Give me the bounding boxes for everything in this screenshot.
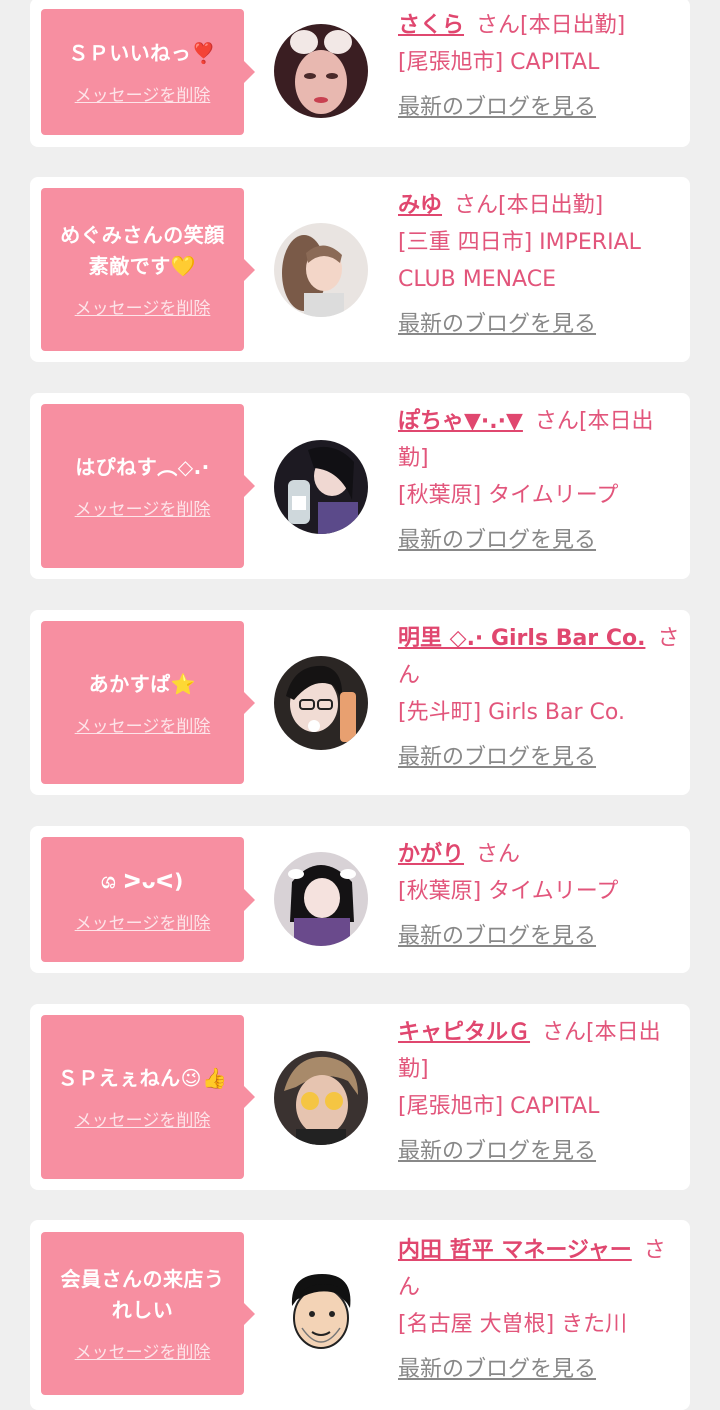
cast-info: かがり さん [秋葉原] タイムリープ 最新のブログを見る — [398, 836, 682, 955]
attendance-status: [本日出勤] — [520, 13, 626, 38]
message-text: あかすぱ⭐ — [88, 671, 197, 696]
cast-avatar[interactable] — [274, 852, 368, 946]
cast-avatar[interactable] — [274, 1266, 368, 1360]
latest-blog-link[interactable]: 最新のブログを見る — [398, 918, 682, 955]
message-text: ＳＰえぇねん😉👍 — [57, 1066, 228, 1090]
message-card: めぐみさんの笑顔素敵です💛 メッセージを削除 みゆ さん[本日出勤] [三重 四日… — [30, 177, 690, 362]
message-card: あかすぱ⭐ メッセージを削除 明里 ◇.· Girls Bar Co. さん [先… — [30, 610, 690, 795]
delete-message-link[interactable]: メッセージを削除 — [75, 495, 211, 520]
message-bubble: めぐみさんの笑顔素敵です💛 メッセージを削除 — [41, 188, 255, 351]
cast-name-link[interactable]: 明里 ◇.· Girls Bar Co. — [398, 626, 645, 651]
honorific-suffix: さん — [454, 193, 499, 218]
honorific-suffix: さん — [534, 409, 579, 434]
message-card: ＳＰえぇねん😉👍 メッセージを削除 キャピタルＧ さん[本日出勤] [尾張旭市] … — [30, 1004, 690, 1190]
shop-label: [秋葉原] タイムリープ — [398, 879, 619, 904]
shop-label: [先斗町] Girls Bar Co. — [398, 700, 625, 725]
cast-info: さくら さん[本日出勤] [尾張旭市] CAPITAL 最新のブログを見る — [398, 7, 682, 126]
cast-info: ぽちゃ▼·.·▼ さん[本日出勤] [秋葉原] タイムリープ 最新のブログを見る — [398, 403, 682, 559]
cast-name-link[interactable]: 内田 哲平 マネージャー — [398, 1238, 632, 1263]
cast-avatar[interactable] — [274, 1051, 368, 1145]
shop-label: [三重 四日市] IMPERIAL CLUB MENACE — [398, 230, 641, 292]
message-bubble: ＳＰえぇねん😉👍 メッセージを削除 — [41, 1015, 255, 1179]
cast-info: みゆ さん[本日出勤] [三重 四日市] IMPERIAL CLUB MENACE… — [398, 187, 682, 343]
cast-name-link[interactable]: かがり — [398, 842, 464, 867]
honorific-suffix: さん — [476, 13, 521, 38]
cast-avatar[interactable] — [274, 440, 368, 534]
delete-message-link[interactable]: メッセージを削除 — [75, 1338, 211, 1363]
shop-label: [名古屋 大曽根] きた川 — [398, 1312, 628, 1337]
cast-info: キャピタルＧ さん[本日出勤] [尾張旭市] CAPITAL 最新のブログを見る — [398, 1014, 682, 1170]
message-bubble: ＳＰいいねっ❣️ メッセージを削除 — [41, 9, 255, 135]
delete-message-link[interactable]: メッセージを削除 — [75, 1106, 211, 1131]
message-text: めぐみさんの笑顔素敵です💛 — [60, 223, 225, 278]
latest-blog-link[interactable]: 最新のブログを見る — [398, 89, 682, 126]
honorific-suffix: さん — [542, 1020, 587, 1045]
latest-blog-link[interactable]: 最新のブログを見る — [398, 1133, 682, 1170]
message-bubble: ශ ᐳᴗᐸ) メッセージを削除 — [41, 837, 255, 962]
message-bubble: あかすぱ⭐ メッセージを削除 — [41, 621, 255, 784]
cast-info: 内田 哲平 マネージャー さん [名古屋 大曽根] きた川 最新のブログを見る — [398, 1232, 682, 1388]
honorific-suffix: さん — [476, 842, 521, 867]
delete-message-link[interactable]: メッセージを削除 — [75, 294, 211, 319]
cast-avatar[interactable] — [274, 656, 368, 750]
delete-message-link[interactable]: メッセージを削除 — [75, 909, 211, 934]
cast-name-link[interactable]: みゆ — [398, 193, 442, 218]
message-card: ＳＰいいねっ❣️ メッセージを削除 さくら さん[本日出勤] [尾張旭市] CAP… — [30, 0, 690, 147]
cast-name-link[interactable]: さくら — [398, 13, 464, 38]
delete-message-link[interactable]: メッセージを削除 — [75, 81, 211, 106]
latest-blog-link[interactable]: 最新のブログを見る — [398, 1351, 682, 1388]
cast-name-link[interactable]: キャピタルＧ — [398, 1020, 530, 1045]
shop-label: [秋葉原] タイムリープ — [398, 483, 619, 508]
message-bubble: 会員さんの来店うれしい メッセージを削除 — [41, 1232, 255, 1395]
latest-blog-link[interactable]: 最新のブログを見る — [398, 739, 682, 776]
attendance-status: [本日出勤] — [498, 193, 604, 218]
shop-label: [尾張旭市] CAPITAL — [398, 50, 600, 75]
message-text: ＳＰいいねっ❣️ — [68, 41, 217, 65]
message-card: 会員さんの来店うれしい メッセージを削除 内田 哲平 マネージャー さん [名古屋… — [30, 1220, 690, 1410]
cast-avatar[interactable] — [274, 223, 368, 317]
delete-message-link[interactable]: メッセージを削除 — [75, 712, 211, 737]
cast-avatar[interactable] — [274, 24, 368, 118]
latest-blog-link[interactable]: 最新のブログを見る — [398, 306, 682, 343]
message-bubble: はぴねす︵◇.· メッセージを削除 — [41, 404, 255, 568]
latest-blog-link[interactable]: 最新のブログを見る — [398, 522, 682, 559]
message-card: はぴねす︵◇.· メッセージを削除 ぽちゃ▼·.·▼ さん[本日出勤] [秋葉原]… — [30, 393, 690, 579]
message-text: はぴねす︵◇.· — [75, 455, 210, 479]
message-text: ශ ᐳᴗᐸ) — [101, 868, 184, 893]
message-text: 会員さんの来店うれしい — [60, 1267, 225, 1322]
cast-info: 明里 ◇.· Girls Bar Co. さん [先斗町] Girls Bar C… — [398, 620, 682, 776]
cast-name-link[interactable]: ぽちゃ▼·.·▼ — [398, 409, 523, 434]
message-card: ශ ᐳᴗᐸ) メッセージを削除 かがり さん [秋葉原] タイムリープ 最新のブロ… — [30, 826, 690, 973]
shop-label: [尾張旭市] CAPITAL — [398, 1094, 600, 1119]
